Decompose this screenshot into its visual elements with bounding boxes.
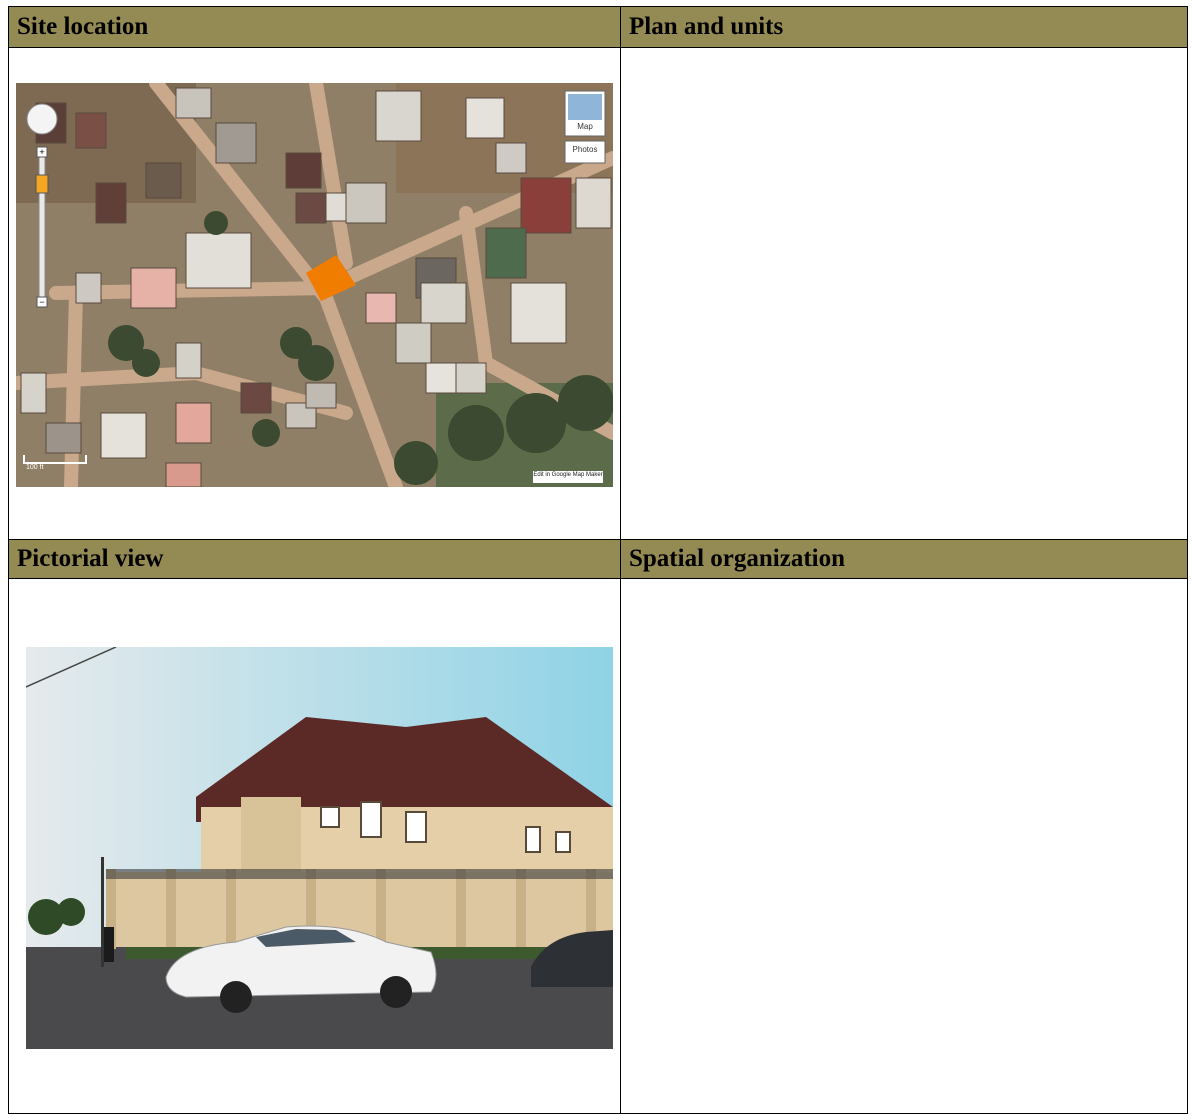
satellite-map[interactable]: Map Photos + − 100 ft Edit in Google Map… (16, 83, 613, 487)
map-button[interactable]: Map (565, 122, 605, 131)
pan-control-icon[interactable] (27, 104, 57, 134)
header-site-location: Site location (9, 7, 621, 48)
header-pictorial-view: Pictorial view (9, 540, 621, 579)
header-plan-and-units: Plan and units (621, 7, 1188, 48)
spatial-organization-cell (621, 579, 1188, 1114)
scale-label: 100 ft (26, 464, 44, 471)
building-photo (26, 647, 613, 1049)
header-plan-and-units-label: Plan and units (629, 13, 784, 40)
edit-in-map-maker-link[interactable]: Edit in Google Map Maker (533, 472, 603, 478)
header-spatial-organization-label: Spatial organization (629, 545, 845, 572)
plan-and-units-cell (621, 48, 1188, 540)
header-spatial-organization: Spatial organization (621, 540, 1188, 579)
zoom-in-icon[interactable]: + (37, 147, 47, 157)
header-site-location-label: Site location (17, 13, 149, 40)
header-pictorial-view-label: Pictorial view (17, 545, 164, 572)
info-table: Site location Plan and units Pictorial v… (8, 6, 1188, 1114)
photos-button[interactable]: Photos (565, 145, 605, 154)
zoom-out-icon[interactable]: − (37, 297, 47, 307)
